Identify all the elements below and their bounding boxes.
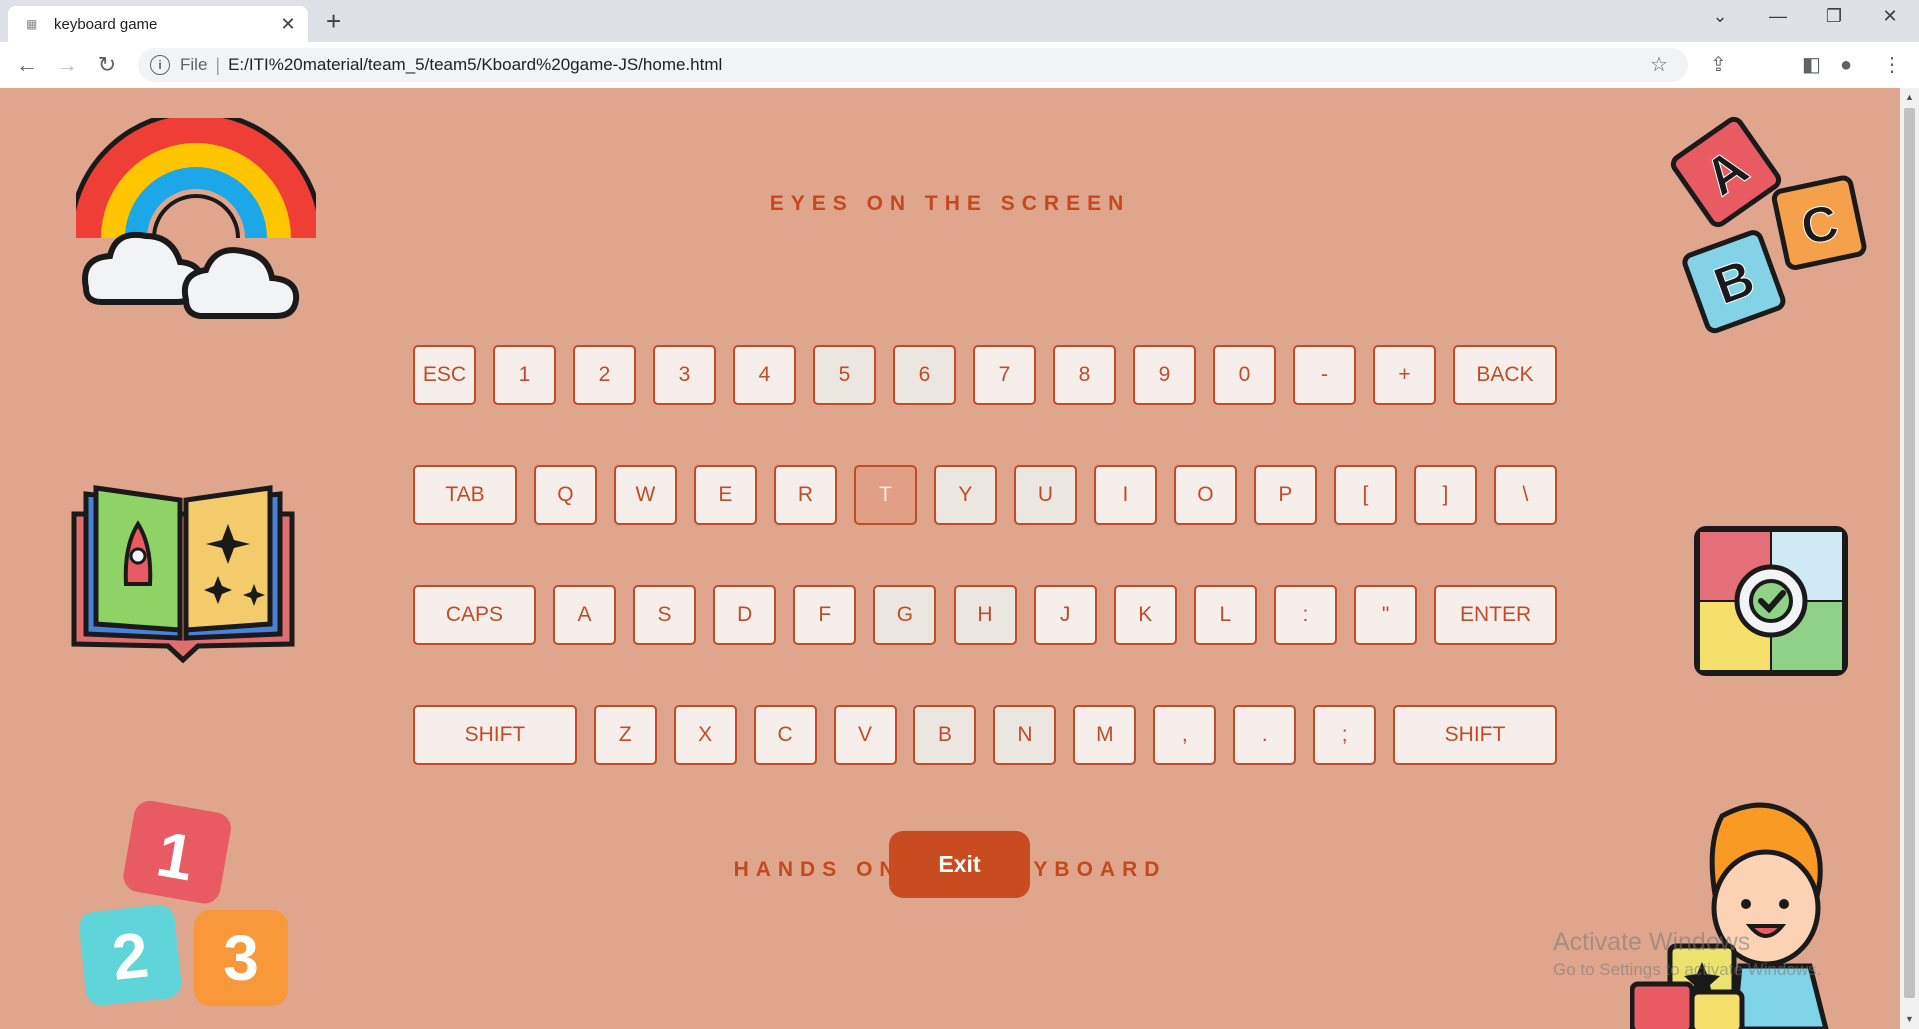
restore-button[interactable]: ❐ (1814, 6, 1854, 27)
page-scrollbar[interactable]: ▲ ▼ (1900, 88, 1919, 1029)
forward-arrow-icon[interactable]: → (52, 50, 82, 80)
key-r[interactable]: R (773, 465, 837, 525)
key-sym2-10[interactable]: : (1273, 585, 1337, 645)
rainbow-icon (76, 118, 316, 319)
key-4[interactable]: 4 (733, 345, 796, 405)
key-0[interactable]: 0 (1213, 345, 1276, 405)
browser-tab[interactable]: ▦ keyboard game ✕ (8, 6, 308, 42)
omnibox-separator: | (215, 54, 221, 75)
key-sym0-12[interactable]: + (1373, 345, 1436, 405)
key-x[interactable]: X (673, 705, 737, 765)
share-icon[interactable]: ⇪ (1710, 48, 1727, 82)
key-u[interactable]: U (1013, 465, 1077, 525)
key-b[interactable]: B (913, 705, 977, 765)
keyboard-row: SHIFT Z X C V B N M,.; SHIFT (413, 705, 1557, 769)
windows-watermark-title: Activate Windows (1553, 928, 1751, 956)
profile-avatar-icon[interactable]: ● (1840, 50, 1852, 80)
close-window-button[interactable]: ✕ (1870, 6, 1910, 27)
key-7[interactable]: 7 (973, 345, 1036, 405)
key-caps[interactable]: CAPS (413, 585, 536, 645)
browser-tab-bar: ▦ keyboard game ✕ + ⌄ — ❐ ✕ (0, 0, 1919, 42)
scroll-down-arrow-icon[interactable]: ▼ (1900, 1014, 1919, 1024)
game-page: A C B 1 2 3 EYES ON THE SCREEN ESC 1 2 3… (0, 88, 1900, 1029)
windows-watermark-subtitle: Go to Settings to activate Windows. (1553, 960, 1822, 979)
key-g[interactable]: G (873, 585, 937, 645)
key-a[interactable]: A (552, 585, 616, 645)
keyboard-row: ESC 1 2 3 4 5 6 7 8 9 0- + BACK (413, 345, 1557, 409)
tab-close-icon[interactable]: ✕ (276, 14, 300, 35)
svg-text:3: 3 (223, 922, 259, 994)
key-sym2-11[interactable]: " (1354, 585, 1418, 645)
url-text[interactable]: E:/ITI%20material/team_5/team5/Kboard%20… (228, 55, 722, 75)
tab-search-chevron-icon[interactable]: ⌄ (1700, 6, 1740, 27)
key-v[interactable]: V (833, 705, 897, 765)
key-i[interactable]: I (1093, 465, 1157, 525)
key-p[interactable]: P (1253, 465, 1317, 525)
key-sym1-13[interactable]: \ (1493, 465, 1557, 525)
key-l[interactable]: L (1193, 585, 1257, 645)
reload-icon[interactable]: ↻ (92, 50, 122, 80)
key-3[interactable]: 3 (653, 345, 716, 405)
key-s[interactable]: S (633, 585, 697, 645)
key-6[interactable]: 6 (893, 345, 956, 405)
key-sym3-10[interactable]: ; (1313, 705, 1377, 765)
key-1[interactable]: 1 (493, 345, 556, 405)
key-shift[interactable]: SHIFT (1393, 705, 1557, 765)
key-5[interactable]: 5 (813, 345, 876, 405)
child-playing-icon (1630, 802, 1829, 1029)
minimize-button[interactable]: — (1758, 6, 1798, 27)
key-enter[interactable]: ENTER (1434, 585, 1557, 645)
key-tab[interactable]: TAB (413, 465, 517, 525)
key-o[interactable]: O (1173, 465, 1237, 525)
key-y[interactable]: Y (933, 465, 997, 525)
key-back[interactable]: BACK (1453, 345, 1557, 405)
svg-text:2: 2 (109, 918, 152, 993)
storybook-icon (71, 485, 295, 664)
bookmark-star-icon[interactable]: ☆ (1650, 48, 1668, 82)
key-f[interactable]: F (793, 585, 857, 645)
key-c[interactable]: C (753, 705, 817, 765)
new-tab-button[interactable]: + (326, 8, 341, 34)
address-bar[interactable]: i File | E:/ITI%20material/team_5/team5/… (138, 48, 1727, 82)
key-2[interactable]: 2 (573, 345, 636, 405)
key-z[interactable]: Z (593, 705, 657, 765)
number-blocks-icon: 1 2 3 (79, 800, 288, 1006)
key-w[interactable]: W (613, 465, 677, 525)
keyboard-row: CAPS A S D F G H J K L: " ENTER (413, 585, 1557, 649)
key-m[interactable]: M (1073, 705, 1137, 765)
scroll-thumb[interactable] (1904, 108, 1915, 998)
key-sym3-8[interactable]: , (1153, 705, 1217, 765)
exit-button[interactable]: Exit (889, 831, 1030, 898)
key-sym1-11[interactable]: [ (1333, 465, 1397, 525)
key-n[interactable]: N (993, 705, 1057, 765)
key-shift[interactable]: SHIFT (413, 705, 577, 765)
back-arrow-icon[interactable]: ← (12, 50, 42, 80)
key-9[interactable]: 9 (1133, 345, 1196, 405)
key-k[interactable]: K (1113, 585, 1177, 645)
key-sym1-12[interactable]: ] (1413, 465, 1477, 525)
key-esc[interactable]: ESC (413, 345, 476, 405)
tab-title: keyboard game (54, 15, 158, 33)
site-info-icon[interactable]: i (150, 55, 170, 75)
scroll-up-arrow-icon[interactable]: ▲ (1900, 92, 1919, 102)
page-favicon-icon: ▦ (26, 17, 38, 31)
key-t[interactable]: T (853, 465, 917, 525)
key-8[interactable]: 8 (1053, 345, 1116, 405)
key-q[interactable]: Q (533, 465, 597, 525)
abc-blocks-icon: A C B (1670, 116, 1867, 334)
key-e[interactable]: E (693, 465, 757, 525)
key-d[interactable]: D (713, 585, 777, 645)
key-sym0-11[interactable]: - (1293, 345, 1356, 405)
file-scheme-label: File (180, 55, 208, 74)
puzzle-check-icon (1694, 526, 1848, 676)
top-heading: EYES ON THE SCREEN (769, 192, 1131, 215)
browser-menu-icon[interactable]: ⋮ (1882, 50, 1902, 80)
side-panel-icon[interactable]: ◧ (1802, 50, 1821, 80)
keyboard-row: TAB Q W E R T Y U I O P [] \ (413, 465, 1557, 529)
browser-toolbar: ← → ↻ i File | E:/ITI%20material/team_5/… (0, 42, 1919, 89)
key-sym3-9[interactable]: . (1233, 705, 1297, 765)
key-j[interactable]: J (1033, 585, 1097, 645)
key-h[interactable]: H (953, 585, 1017, 645)
virtual-keyboard: ESC 1 2 3 4 5 6 7 8 9 0- + BACK TAB Q W E R T Y U I O P [] \ CAPS A… (413, 345, 1557, 825)
